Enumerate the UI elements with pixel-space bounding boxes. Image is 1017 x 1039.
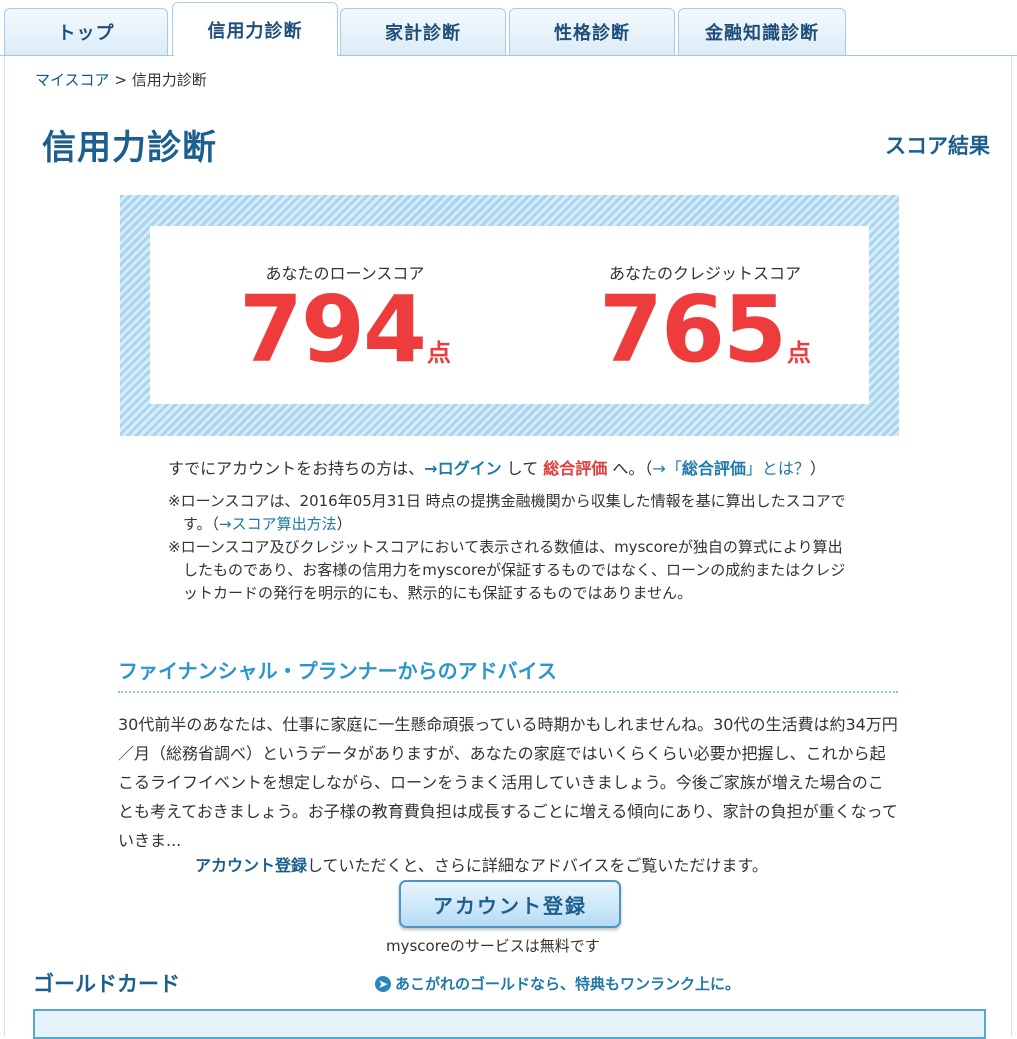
- score-result-label: スコア結果: [885, 134, 990, 158]
- credit-score-unit: 点: [787, 339, 812, 367]
- gold-card-link-text: あこがれのゴールドなら、特典もワンランク上に。: [395, 975, 741, 993]
- breadcrumb-separator: >: [114, 71, 127, 89]
- breadcrumb: マイスコア > 信用力診断: [35, 69, 207, 90]
- advice-text: 30代前半のあなたは、仕事に家庭に一生懸命頑張っている時期かもしれませんね。30…: [118, 715, 898, 850]
- tab-finance-knowledge-diagnosis[interactable]: 金融知識診断: [678, 8, 846, 55]
- link-text: 」とは？: [745, 459, 810, 478]
- tab-household-diagnosis[interactable]: 家計診断: [340, 8, 506, 55]
- breadcrumb-home-link[interactable]: マイスコア: [35, 71, 110, 89]
- register-account-button[interactable]: アカウント登録: [399, 880, 621, 928]
- login-prompt: すでにアカウントをお持ちの方は、→ログイン して 総合評価 へ。（→「総合評価」…: [168, 455, 826, 479]
- credit-score-value-wrap: 765点: [540, 284, 870, 376]
- loan-score: あなたのローンスコア 794点: [180, 226, 510, 404]
- link-text-bold: 総合評価: [681, 459, 746, 478]
- arrow-circle-icon: ➤: [375, 975, 391, 992]
- tab-bar: トップ 信用力診断 家計診断 性格診断 金融知識診断: [0, 0, 1017, 56]
- login-link[interactable]: →ログイン: [424, 459, 501, 478]
- loan-score-value-wrap: 794点: [180, 284, 510, 376]
- register-prompt-link[interactable]: アカウント登録: [195, 856, 307, 875]
- note-2: ※ローンスコア及びクレジットスコアにおいて表示される数値は、myscoreが独自…: [168, 538, 846, 602]
- login-prompt-text: へ。（: [607, 459, 653, 478]
- credit-score-value: 765: [598, 276, 787, 383]
- login-prompt-text: して: [501, 459, 544, 478]
- free-service-note: myscoreのサービスは無料です: [386, 937, 600, 955]
- advice-divider: [118, 691, 898, 693]
- tab-label: 信用力診断: [207, 20, 303, 42]
- score-panel-inner: あなたのローンスコア 794点 あなたのクレジットスコア 765点: [150, 226, 869, 404]
- tab-label: 金融知識診断: [705, 23, 819, 44]
- note-1: ※ローンスコアは、2016年05月31日 時点の提携金融機関から収集した情報を基…: [168, 490, 848, 536]
- credit-score: あなたのクレジットスコア 765点: [540, 226, 870, 404]
- overall-evaluation-text: 総合評価: [543, 459, 608, 478]
- page-title: 信用力診断: [42, 128, 217, 168]
- loan-score-unit: 点: [427, 339, 452, 367]
- what-is-overall-link[interactable]: →「総合評価」とは？: [652, 459, 809, 478]
- advice-heading: ファイナンシャル・プランナーからのアドバイス: [118, 659, 557, 683]
- gold-card-link[interactable]: ➤ あこがれのゴールドなら、特典もワンランク上に。: [375, 973, 740, 994]
- register-prompt: アカウント登録していただくと、さらに詳細なアドバイスをご覧いただけます。: [195, 852, 768, 876]
- tab-personality-diagnosis[interactable]: 性格診断: [509, 8, 675, 55]
- tab-label: 性格診断: [554, 23, 630, 44]
- tab-label: トップ: [57, 23, 115, 44]
- breadcrumb-current: 信用力診断: [131, 71, 207, 89]
- gold-card-heading: ゴールドカード: [33, 972, 180, 996]
- gold-card-panel: [33, 1009, 986, 1039]
- tab-top[interactable]: トップ: [4, 8, 168, 55]
- loan-score-value: 794: [238, 276, 427, 383]
- link-text: →「: [652, 459, 682, 478]
- score-method-link[interactable]: →スコア算出方法: [219, 515, 337, 533]
- note-text: ）: [336, 515, 352, 533]
- score-notes: ※ローンスコアは、2016年05月31日 時点の提携金融機関から収集した情報を基…: [168, 490, 848, 605]
- register-prompt-text: していただくと、さらに詳細なアドバイスをご覧いただけます。: [307, 856, 768, 875]
- tab-credit-diagnosis[interactable]: 信用力診断: [172, 2, 338, 56]
- login-prompt-text: すでにアカウントをお持ちの方は、: [168, 459, 425, 478]
- tab-label: 家計診断: [385, 23, 461, 44]
- score-panel: あなたのローンスコア 794点 あなたのクレジットスコア 765点: [120, 195, 899, 436]
- login-prompt-text: ）: [809, 459, 826, 478]
